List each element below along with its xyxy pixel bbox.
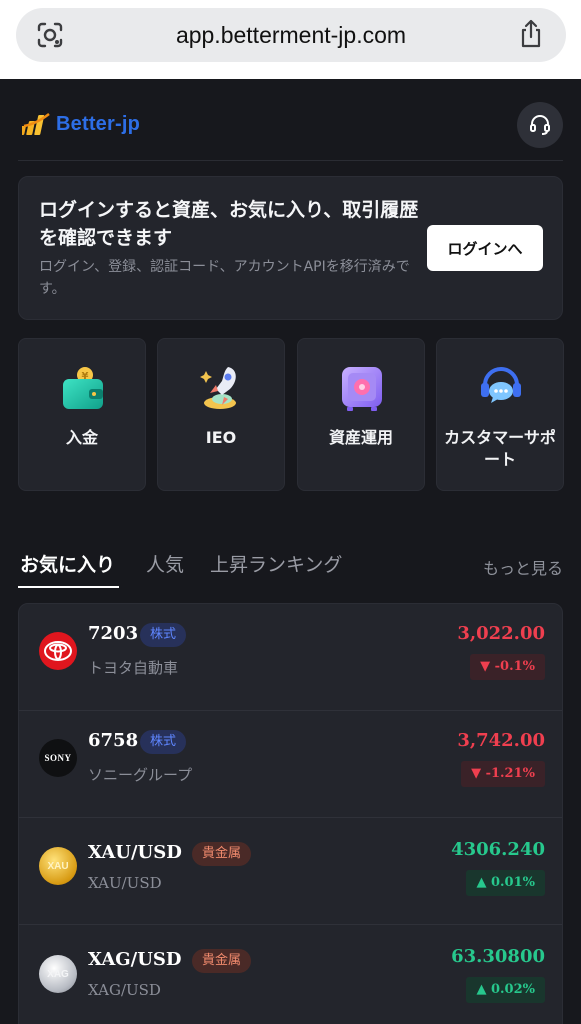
bar-chart-logo-icon xyxy=(22,113,50,135)
wallet-icon: ¥ xyxy=(63,367,103,409)
silver-coin-icon: XAG xyxy=(39,955,77,993)
row-symbol: XAU/USD xyxy=(88,842,182,863)
row-price: 3,022.00 xyxy=(457,623,545,644)
quick-action-label: IEO xyxy=(205,428,237,447)
address-bar[interactable]: app.betterment-jp.com xyxy=(16,8,566,62)
sony-logo-text: SONY xyxy=(44,753,72,763)
watchlist: 7203 株式 トヨタ自動車 3,022.00 ▼ -0.1% SONY 675… xyxy=(18,603,563,1024)
row-name: ソニーグループ xyxy=(88,766,193,784)
table-row[interactable]: XAU XAU/USD 貴金属 XAU/USD 4306.240 ▲ 0.01% xyxy=(19,818,562,925)
row-name: XAG/USD xyxy=(88,981,161,999)
quick-action-label: カスタマーサポート xyxy=(444,428,556,469)
asset-type-badge: 貴金属 xyxy=(192,842,252,866)
quick-action-ieo[interactable]: IEO xyxy=(157,338,285,491)
row-symbol: 6758 xyxy=(88,730,139,751)
table-row[interactable]: XAG XAG/USD 貴金属 XAG/USD 63.30800 ▲ 0.02% xyxy=(19,925,562,1024)
login-prompt-card: ログインすると資産、お気に入り、取引履歴を確認できます ログイン、登録、認証コー… xyxy=(18,176,563,320)
active-tab-indicator xyxy=(18,586,119,588)
quick-action-deposit[interactable]: ¥ 入金 xyxy=(18,338,146,491)
tab-favorites[interactable]: お気に入り xyxy=(20,550,115,577)
tab-gainers-ranking[interactable]: 上昇ランキング xyxy=(210,550,342,577)
row-change-badge: ▼ -0.1% xyxy=(470,654,545,680)
quick-action-label: 資産運用 xyxy=(328,428,393,447)
login-prompt-subtitle: ログイン、登録、認証コード、アカウントAPIを移行済みです。 xyxy=(39,259,410,297)
headset-icon xyxy=(530,115,550,135)
silver-coin-text: XAG xyxy=(47,968,69,980)
toyota-logo xyxy=(39,632,77,670)
row-change-badge: ▲ 0.01% xyxy=(466,870,545,896)
table-row[interactable]: SONY 6758 株式 ソニーグループ 3,742.00 ▼ -1.21% xyxy=(19,711,562,818)
row-price: 63.30800 xyxy=(451,946,545,967)
brand-logo[interactable]: Better-jp xyxy=(22,110,140,138)
row-symbol: 7203 xyxy=(88,623,139,644)
safe-icon xyxy=(342,367,382,411)
customer-support-icon xyxy=(481,367,521,403)
login-button[interactable]: ログインへ xyxy=(427,225,543,271)
table-row[interactable]: 7203 株式 トヨタ自動車 3,022.00 ▼ -0.1% xyxy=(19,604,562,711)
market-tabs: お気に入り 人気 上昇ランキング もっと見る xyxy=(18,550,563,590)
quick-action-label: 入金 xyxy=(65,428,98,447)
asset-type-badge: 株式 xyxy=(140,730,187,754)
row-change-badge: ▲ 0.02% xyxy=(466,977,545,1003)
share-icon[interactable] xyxy=(518,19,544,49)
quick-action-customer-support[interactable]: カスタマーサポート xyxy=(436,338,564,491)
row-name: トヨタ自動車 xyxy=(88,659,179,677)
quick-action-asset-management[interactable]: 資産運用 xyxy=(297,338,425,491)
asset-type-badge: 株式 xyxy=(140,623,187,647)
asset-type-badge: 貴金属 xyxy=(192,949,252,973)
browser-toolbar: app.betterment-jp.com xyxy=(0,0,581,79)
login-prompt-title: ログインすると資産、お気に入り、取引履歴を確認できます xyxy=(39,199,419,249)
row-name: XAU/USD xyxy=(88,874,162,892)
tab-popular[interactable]: 人気 xyxy=(146,550,184,577)
row-price: 4306.240 xyxy=(451,839,545,860)
row-price: 3,742.00 xyxy=(457,730,545,751)
rocket-icon xyxy=(200,367,236,409)
sony-logo: SONY xyxy=(39,739,77,777)
see-more-link[interactable]: もっと見る xyxy=(483,555,563,579)
app-header: Better-jp xyxy=(18,100,563,161)
brand-name: Better-jp xyxy=(56,112,141,135)
gold-coin-text: XAU xyxy=(47,860,69,872)
url-text: app.betterment-jp.com xyxy=(175,22,407,48)
row-change-badge: ▼ -1.21% xyxy=(461,761,545,787)
row-symbol: XAG/USD xyxy=(88,949,182,970)
gold-coin-icon: XAU xyxy=(39,847,77,885)
support-button[interactable] xyxy=(517,102,563,148)
